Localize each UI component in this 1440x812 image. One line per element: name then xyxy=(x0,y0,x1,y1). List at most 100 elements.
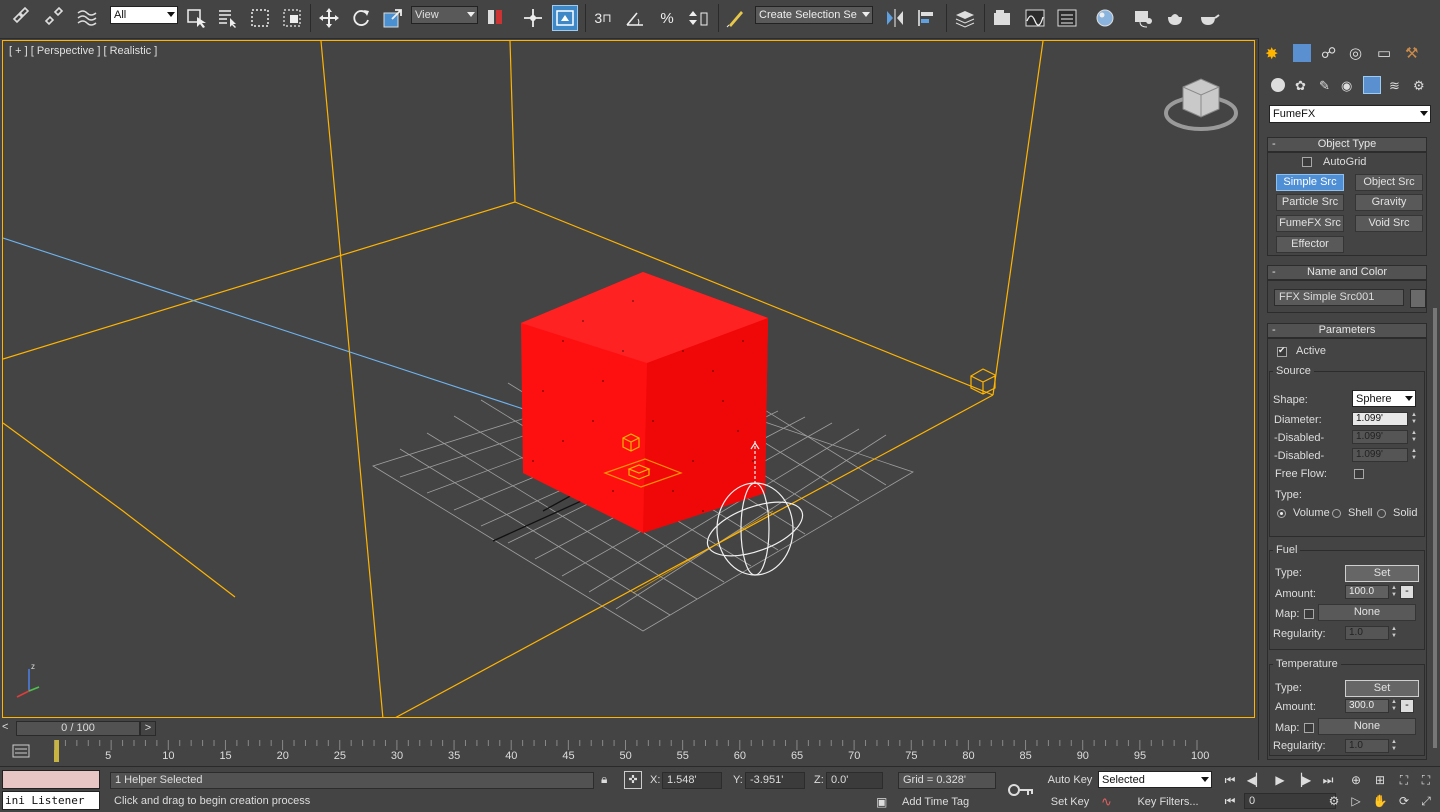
scene-explorer-icon[interactable] xyxy=(990,5,1016,31)
next-frame-icon[interactable]: ▕▶ xyxy=(1292,771,1312,789)
snaps-toggle-icon[interactable]: 3 ⊓ xyxy=(590,5,616,31)
auto-key-button[interactable]: Auto Key xyxy=(1044,771,1096,790)
effector-button[interactable]: Effector xyxy=(1276,236,1344,253)
edit-named-selection-icon[interactable] xyxy=(723,5,749,31)
angle-snap-icon[interactable] xyxy=(622,5,648,31)
solid-radio[interactable] xyxy=(1377,509,1386,518)
reference-coordinate-dropdown[interactable]: View xyxy=(411,6,478,24)
fuel-map-checkbox[interactable] xyxy=(1304,609,1314,619)
mirror-icon[interactable] xyxy=(882,5,908,31)
go-to-end-icon[interactable]: ⏭ xyxy=(1318,771,1338,789)
zoom-extents-all-icon[interactable]: ⛶ xyxy=(1416,771,1436,789)
lights-icon[interactable]: ✎ xyxy=(1319,78,1330,94)
select-and-move-icon[interactable] xyxy=(316,5,342,31)
object-type-rollout-header[interactable]: - Object Type xyxy=(1267,137,1427,152)
track-bar[interactable]: 5 10 15 20 25 30 35 40 45 50 55 60 65 70 75 80 85 90 95 100 xyxy=(0,740,1258,766)
fumefx-src-button[interactable]: FumeFX Src xyxy=(1276,215,1344,232)
zoom-all-icon[interactable]: ⊞ xyxy=(1370,771,1390,789)
gravity-button[interactable]: Gravity xyxy=(1355,194,1423,211)
percent-snap-icon[interactable]: % xyxy=(654,5,680,31)
diameter-spinner-arrows[interactable]: ▲ ▼ xyxy=(1410,412,1418,426)
select-and-scale-icon[interactable] xyxy=(380,5,406,31)
temp-regularity-spinner[interactable]: 1.0 xyxy=(1345,739,1389,753)
temp-type-set-button[interactable]: Set xyxy=(1345,680,1419,697)
void-src-button[interactable]: Void Src xyxy=(1355,215,1423,232)
absolute-relative-mode-icon[interactable]: ✜ xyxy=(624,771,642,789)
hierarchy-tab-icon[interactable]: ☍ xyxy=(1321,44,1336,62)
temp-map-button[interactable]: None xyxy=(1318,718,1416,735)
volume-radio[interactable] xyxy=(1277,509,1286,518)
maximize-viewport-icon[interactable]: ⤢ xyxy=(1416,792,1436,810)
z-coordinate-field[interactable]: 0.0' xyxy=(826,772,883,789)
named-selection-set-dropdown[interactable]: Create Selection Se xyxy=(755,6,873,24)
zoom-icon[interactable]: ⊕ xyxy=(1346,771,1366,789)
parameters-rollout-header[interactable]: - Parameters xyxy=(1267,323,1427,338)
maxscript-listener-input[interactable] xyxy=(2,770,100,789)
time-configuration-icon[interactable]: ⚙ xyxy=(1324,792,1344,810)
time-slider-thumb[interactable]: 0 / 100 xyxy=(16,721,140,736)
orbit-icon[interactable]: ⟳ xyxy=(1394,792,1414,810)
x-coordinate-field[interactable]: 1.548' xyxy=(662,772,722,789)
object-color-swatch[interactable] xyxy=(1410,289,1426,308)
helpers-icon[interactable] xyxy=(1363,76,1381,94)
diameter-spinner[interactable]: 1.099' xyxy=(1352,412,1408,426)
select-by-name-icon[interactable] xyxy=(214,5,240,31)
object-name-field[interactable]: FFX Simple Src001 xyxy=(1274,289,1404,306)
shell-radio[interactable] xyxy=(1332,509,1341,518)
current-frame-field[interactable]: 0 xyxy=(1244,793,1336,809)
select-object-icon[interactable] xyxy=(183,5,209,31)
set-key-button[interactable]: Set Key xyxy=(1044,794,1096,811)
field-of-view-icon[interactable]: ▷ xyxy=(1346,792,1366,810)
window-crossing-icon[interactable] xyxy=(279,5,305,31)
use-pivot-center-icon[interactable] xyxy=(482,5,508,31)
material-editor-icon[interactable] xyxy=(1092,5,1118,31)
fuel-regularity-spinner-arrows[interactable]: ▲ ▼ xyxy=(1390,626,1398,640)
temp-amount-spinner-arrows[interactable]: ▲ ▼ xyxy=(1390,699,1398,713)
spinner-snap-icon[interactable] xyxy=(686,5,712,31)
schematic-view-icon[interactable] xyxy=(1054,5,1080,31)
time-tag-icon[interactable]: ▣ xyxy=(876,795,887,809)
key-filters-button[interactable]: Key Filters... xyxy=(1122,794,1214,811)
add-time-tag-button[interactable]: Add Time Tag xyxy=(898,795,996,812)
perspective-viewport[interactable]: [ + ] [ Perspective ] [ Realistic ] z xyxy=(2,40,1255,718)
object-src-button[interactable]: Object Src xyxy=(1355,174,1423,191)
particle-src-button[interactable]: Particle Src xyxy=(1276,194,1344,211)
layer-manager-icon[interactable] xyxy=(952,5,978,31)
fuel-regularity-spinner[interactable]: 1.0 xyxy=(1345,626,1389,640)
unlink-selection-icon[interactable] xyxy=(41,5,67,31)
key-mode-dropdown[interactable]: Selected xyxy=(1098,771,1212,788)
set-keys-key-icon[interactable] xyxy=(1006,781,1036,799)
create-tab-icon[interactable]: ✸ xyxy=(1265,44,1278,64)
temp-amount-spinner[interactable]: 300.0 xyxy=(1345,699,1389,713)
select-and-link-icon[interactable] xyxy=(8,5,34,31)
category-dropdown[interactable]: FumeFX xyxy=(1269,105,1431,123)
selection-lock-icon[interactable]: 🔒︎ xyxy=(601,772,607,787)
time-slider-prev-button[interactable]: < xyxy=(2,721,14,736)
key-mode-toggle-icon[interactable]: ⏮ xyxy=(1220,792,1240,810)
systems-icon[interactable]: ⚙ xyxy=(1413,78,1425,94)
align-icon[interactable] xyxy=(914,5,940,31)
play-icon[interactable]: ▶ xyxy=(1270,771,1290,789)
key-tangent-icon[interactable]: ∿ xyxy=(1101,794,1112,810)
fuel-amount-spinner[interactable]: 100.0 xyxy=(1345,585,1389,599)
y-coordinate-field[interactable]: -3.951' xyxy=(745,772,805,789)
active-checkbox[interactable] xyxy=(1277,345,1287,357)
display-tab-icon[interactable]: ▭ xyxy=(1377,44,1391,62)
fuel-map-button[interactable]: None xyxy=(1318,604,1416,621)
motion-tab-icon[interactable]: ◎ xyxy=(1349,44,1362,62)
free-flow-checkbox[interactable] xyxy=(1354,469,1364,479)
render-setup-icon[interactable] xyxy=(1130,5,1156,31)
selection-filter-dropdown[interactable]: All xyxy=(110,6,178,24)
render-production-icon[interactable] xyxy=(1196,5,1222,31)
temp-map-checkbox[interactable] xyxy=(1304,723,1314,733)
curve-editor-icon[interactable] xyxy=(1022,5,1048,31)
rectangular-selection-icon[interactable] xyxy=(247,5,273,31)
rendered-frame-window-icon[interactable] xyxy=(1162,5,1188,31)
shape-dropdown[interactable]: Sphere xyxy=(1352,390,1416,407)
modify-tab-icon[interactable] xyxy=(1293,44,1311,62)
maxscript-listener-output[interactable]: ini Listener xyxy=(2,791,100,810)
pan-view-icon[interactable]: ✋ xyxy=(1370,792,1390,810)
fuel-type-set-button[interactable]: Set xyxy=(1345,565,1419,582)
select-and-rotate-icon[interactable] xyxy=(348,5,374,31)
geometry-icon[interactable] xyxy=(1271,78,1285,92)
